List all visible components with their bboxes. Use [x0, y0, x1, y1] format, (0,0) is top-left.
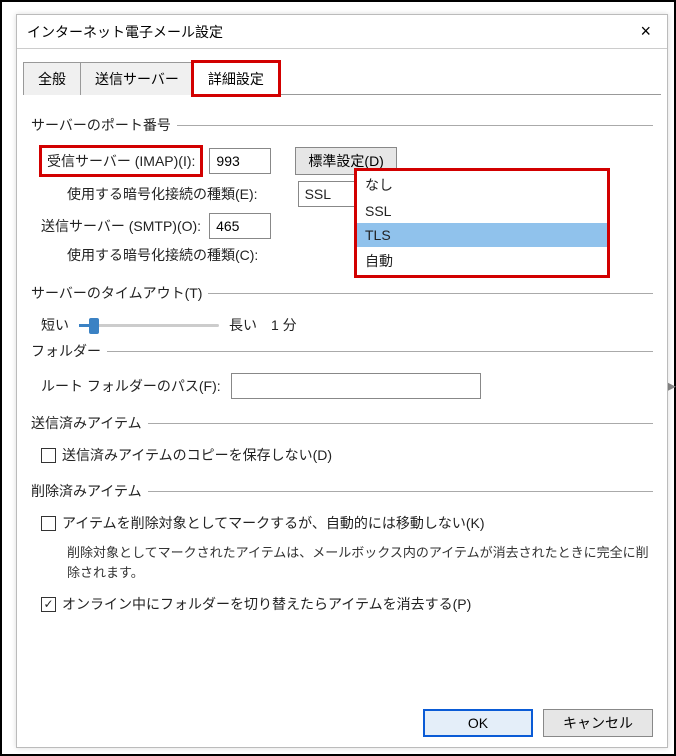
imap-port-input[interactable]	[209, 148, 271, 174]
group-ports: サーバーのポート番号	[31, 115, 653, 141]
enc-outgoing-label: 使用する暗号化接続の種類(C):	[67, 245, 258, 265]
enc-incoming-value: SSL	[305, 186, 331, 202]
dont-save-sent-label: 送信済みアイテムのコピーを保存しない(D)	[62, 445, 332, 465]
enc-incoming-label: 使用する暗号化接続の種類(E):	[67, 184, 258, 204]
timeout-short-label: 短い	[41, 315, 69, 335]
group-sent: 送信済みアイテム	[31, 413, 653, 439]
smtp-label: 送信サーバー (SMTP)(O):	[41, 216, 201, 236]
purge-on-switch-label: オンライン中にフォルダーを切り替えたらアイテムを消去する(P)	[62, 594, 471, 614]
ok-button[interactable]: OK	[423, 709, 533, 737]
dialog-title: インターネット電子メール設定	[27, 22, 223, 42]
timeout-long-label: 長い	[229, 315, 257, 335]
tab-advanced[interactable]: 詳細設定	[193, 62, 279, 95]
timeout-slider[interactable]	[79, 315, 219, 335]
smtp-port-input[interactable]	[209, 213, 271, 239]
enc-option-tls[interactable]: TLS	[357, 223, 607, 247]
timeout-value: 1 分	[271, 315, 297, 335]
tab-outgoing[interactable]: 送信サーバー	[80, 62, 194, 95]
enc-option-none[interactable]: なし	[357, 171, 607, 199]
cancel-button[interactable]: キャンセル	[543, 709, 653, 737]
mark-delete-label: アイテムを削除対象としてマークするが、自動的には移動しない(K)	[62, 513, 485, 533]
purge-on-switch-checkbox[interactable]: ✓オンライン中にフォルダーを切り替えたらアイテムを消去する(P)	[41, 594, 471, 614]
close-icon[interactable]: ×	[634, 21, 657, 42]
mark-delete-note: 削除対象としてマークされたアイテムは、メールボックス内のアイテムが消去されたとき…	[67, 543, 653, 582]
imap-label: 受信サーバー (IMAP)(I):	[41, 147, 201, 175]
dont-save-sent-checkbox[interactable]: 送信済みアイテムのコピーを保存しない(D)	[41, 445, 332, 465]
tab-general[interactable]: 全般	[23, 62, 81, 95]
root-folder-label: ルート フォルダーのパス(F):	[41, 376, 221, 396]
enc-dropdown-list[interactable]: なし SSL TLS 自動	[356, 170, 608, 276]
tabs: 全般 送信サーバー 詳細設定	[23, 61, 661, 95]
group-folder: フォルダー	[31, 341, 653, 367]
enc-option-ssl[interactable]: SSL	[357, 199, 607, 223]
enc-option-auto[interactable]: 自動	[357, 247, 607, 275]
root-folder-input[interactable]	[231, 373, 481, 399]
mark-delete-checkbox[interactable]: アイテムを削除対象としてマークするが、自動的には移動しない(K)	[41, 513, 485, 533]
group-deleted: 削除済みアイテム	[31, 481, 653, 507]
group-timeout: サーバーのタイムアウト(T)	[31, 283, 653, 309]
